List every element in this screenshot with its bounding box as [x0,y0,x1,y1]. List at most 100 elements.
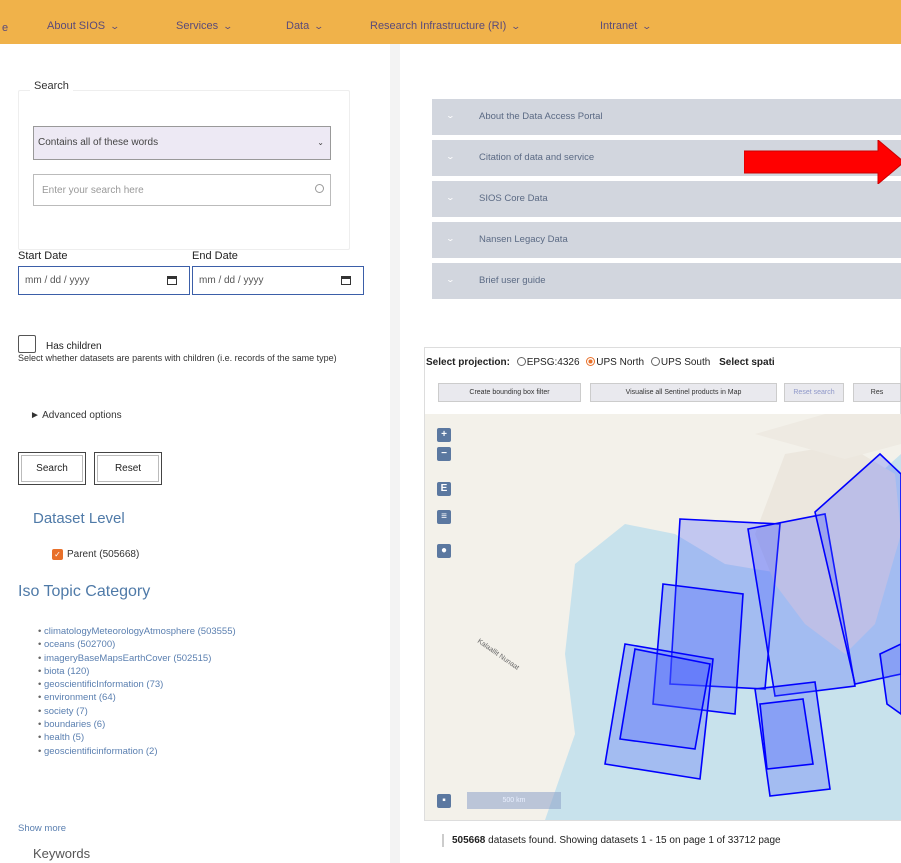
search-legend: Search [30,80,73,92]
topic-link[interactable]: imageryBaseMapsEarthCover (502515) [38,653,236,666]
topic-link[interactable]: climatologyMeteorologyAtmosphere (503555… [38,626,236,639]
spatial-label: Select spati [719,357,775,368]
parent-label[interactable]: Parent (505668) [67,549,139,560]
results-text: datasets found. Showing datasets 1 - 15 … [488,835,781,846]
nav-item-home-clipped[interactable]: e [2,22,8,34]
accordion-sios-core-data[interactable]: ⌄ SIOS Core Data [432,181,901,217]
app-root: e About SIOS ⌄ Services ⌄ Data ⌄ Researc… [0,0,901,863]
map-canvas: Kalaallit Nunaat [425,414,901,820]
iso-topic-list: climatologyMeteorologyAtmosphere (503555… [38,626,236,759]
accordion-nansen-legacy[interactable]: ⌄ Nansen Legacy Data [432,222,901,258]
calendar-icon[interactable] [341,276,351,285]
search-input[interactable]: Enter your search here [33,174,331,206]
footprint-polygon [879,643,901,715]
end-date-label: End Date [192,250,238,262]
search-mode-value: Contains all of these words [38,137,159,148]
chevron-down-icon: ⌄ [445,234,456,243]
accordion-label: Brief user guide [479,275,546,286]
search-button[interactable]: Search [18,452,86,485]
search-fieldset [18,90,350,250]
map-view[interactable]: Kalaallit Nunaat + − E ≡ ● ▪ 500 km [425,414,901,820]
results-summary: 505668 datasets found. Showing datasets … [442,835,781,846]
red-arrow-annotation [744,140,901,184]
extent-button[interactable]: E [437,482,451,496]
dataset-level-heading: Dataset Level [33,510,125,527]
accordion-user-guide[interactable]: ⌄ Brief user guide [432,263,901,299]
accordion-label: Citation of data and service [479,152,595,163]
chevron-down-icon: ⌄ [445,275,456,284]
accordion-label: About the Data Access Portal [479,111,603,122]
calendar-icon[interactable] [167,276,177,285]
locate-button[interactable]: ● [437,544,451,558]
reset-search-button[interactable]: Reset search [784,383,844,402]
map-scale-bar: 500 km [467,792,561,809]
topic-link[interactable]: oceans (502700) [38,639,236,652]
zoom-out-button[interactable]: − [437,447,451,461]
parent-checkbox[interactable]: ✓ [52,549,63,560]
radio-label: UPS South [660,357,711,368]
has-children-checkbox[interactable] [18,335,36,353]
advanced-options-toggle[interactable]: ► Advanced options [30,410,122,421]
nav-item-label: Intranet [600,20,638,32]
projection-label: Select projection: [426,357,510,368]
topic-link[interactable]: society (7) [38,706,236,719]
chevron-down-icon: ⌄ [313,20,325,31]
nav-item-data[interactable]: Data ⌄ [286,20,325,32]
accordion-label: Nansen Legacy Data [479,234,568,245]
has-children-description: Select whether datasets are parents with… [18,353,337,363]
nav-item-label: Research Infrastructure (RI) [370,20,507,32]
chevron-down-icon: ⌄ [445,111,456,120]
chevron-down-icon: ⌄ [445,152,456,161]
nav-item-label: Services [176,20,219,32]
chevron-down-icon: ⌄ [109,20,121,31]
start-date-field[interactable]: mm / dd / yyyy [18,266,190,295]
footprint-polygon [759,698,814,770]
nav-item-about-sios[interactable]: About SIOS ⌄ [47,20,121,32]
topic-link[interactable]: boundaries (6) [38,719,236,732]
reset-button[interactable]: Reset [94,452,162,485]
start-date-label: Start Date [18,250,68,262]
footprint-polygon [619,648,711,750]
show-more-link[interactable]: Show more [18,823,66,834]
keywords-heading: Keywords [33,846,91,861]
nav-item-label: Data [286,20,310,32]
bbox-filter-button[interactable]: Create bounding box filter [438,383,581,402]
chevron-down-icon: ⌄ [317,138,324,147]
date-placeholder: mm / dd / yyyy [199,275,264,286]
topic-link[interactable]: environment (64) [38,692,236,705]
column-divider [390,44,400,863]
radio-label: EPSG:4326 [526,357,580,368]
layers-button[interactable]: ≡ [437,510,451,524]
radio-epsg4326[interactable] [516,357,526,366]
end-date-field[interactable]: mm / dd / yyyy [192,266,364,295]
search-icon [315,184,324,193]
iso-topic-heading: Iso Topic Category [18,583,151,600]
zoom-in-button[interactable]: + [437,428,451,442]
nav-item-intranet[interactable]: Intranet ⌄ [600,20,653,32]
chevron-down-icon: ⌄ [641,20,653,31]
chevron-down-icon: ⌄ [445,193,456,202]
has-children-label: Has children [46,341,102,352]
sentinel-products-button[interactable]: Visualise all Sentinel products in Map [590,383,777,402]
topic-link[interactable]: geoscientificInformation (73) [38,679,236,692]
accordion-label: SIOS Core Data [479,193,548,204]
accordion-about-portal[interactable]: ⌄ About the Data Access Portal [432,99,901,135]
top-nav: e About SIOS ⌄ Services ⌄ Data ⌄ Researc… [0,0,901,44]
topic-link[interactable]: geoscientificinformation (2) [38,746,236,759]
radio-ups-north[interactable] [586,357,596,366]
nav-item-research-infrastructure[interactable]: Research Infrastructure (RI) ⌄ [370,20,522,32]
search-mode-select[interactable]: Contains all of these words ⌄ [33,126,331,160]
chevron-down-icon: ⌄ [510,20,522,31]
search-placeholder: Enter your search here [42,185,144,196]
reset-map-button[interactable]: Res [853,383,901,402]
date-placeholder: mm / dd / yyyy [25,275,90,286]
radio-ups-south[interactable] [650,357,660,366]
radio-label: UPS North [596,357,645,368]
projection-selector: Select projection: EPSG:4326 UPS North U… [426,357,775,368]
chevron-down-icon: ⌄ [222,20,234,31]
overview-toggle[interactable]: ▪ [437,794,451,808]
results-count: 505668 [452,835,486,846]
topic-link[interactable]: health (5) [38,732,236,745]
nav-item-services[interactable]: Services ⌄ [176,20,234,32]
topic-link[interactable]: biota (120) [38,666,236,679]
